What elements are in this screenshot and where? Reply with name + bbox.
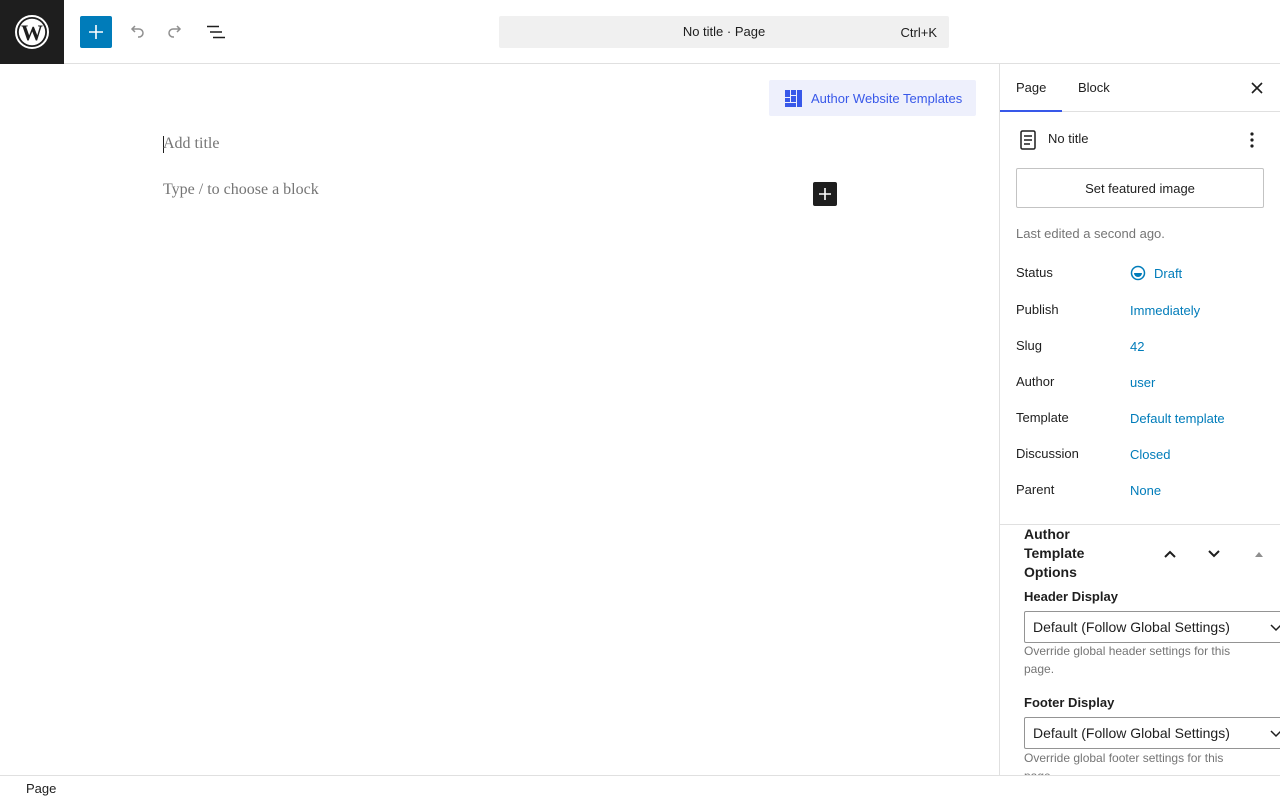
- redo-button[interactable]: [160, 16, 192, 48]
- template-grid-icon: [785, 89, 802, 107]
- document-overview-button[interactable]: [200, 16, 232, 48]
- template-value-link[interactable]: Default template: [1130, 411, 1225, 426]
- tab-page[interactable]: Page: [1000, 64, 1063, 112]
- keyboard-shortcut-label: Ctrl+K: [900, 25, 937, 40]
- sidebar-tabs: Page Block: [1000, 64, 1280, 112]
- editor-canvas: Author Website Templates Add title Type …: [0, 65, 999, 775]
- header-display-select[interactable]: Default (Follow Global Settings): [1024, 611, 1280, 643]
- undo-button[interactable]: [120, 16, 152, 48]
- meta-label: Template: [1016, 410, 1069, 425]
- meta-row-status: Status Draft: [1016, 262, 1264, 286]
- block-inserter-button[interactable]: [80, 16, 112, 48]
- author-templates-button[interactable]: Author Website Templates: [769, 80, 976, 116]
- wordpress-logo-icon: W: [15, 15, 49, 49]
- chevron-down-icon: [1270, 624, 1280, 632]
- status-value-link[interactable]: Draft: [1154, 266, 1182, 281]
- document-card: No title: [1016, 128, 1264, 152]
- svg-text:W: W: [21, 20, 43, 45]
- move-panel-up-button[interactable]: [1158, 542, 1182, 566]
- post-title-input[interactable]: Add title: [163, 135, 219, 153]
- meta-label: Slug: [1016, 338, 1043, 353]
- list-view-icon: [207, 25, 225, 39]
- meta-row-slug: Slug 42: [1016, 335, 1264, 359]
- footer-display-help: Override global footer settings for this…: [1024, 751, 1224, 775]
- draft-status-icon: [1130, 265, 1146, 281]
- discussion-value-link[interactable]: Closed: [1130, 447, 1170, 462]
- last-edited-text: Last edited a second ago.: [1016, 226, 1165, 241]
- plus-icon: [89, 25, 103, 39]
- page-icon: [1016, 128, 1040, 152]
- close-icon: [1251, 82, 1263, 94]
- slug-value-link[interactable]: 42: [1130, 339, 1144, 354]
- command-palette-bar[interactable]: No title · Page Ctrl+K: [499, 16, 949, 48]
- close-sidebar-button[interactable]: [1245, 76, 1269, 100]
- caret-up-icon: [1255, 552, 1263, 557]
- settings-sidebar: Page Block No title Set featured image L…: [999, 64, 1280, 775]
- chevron-up-icon: [1164, 550, 1176, 558]
- plus-icon: [819, 188, 831, 200]
- document-actions-button[interactable]: [1240, 128, 1264, 152]
- meta-row-publish: Publish Immediately: [1016, 299, 1264, 323]
- meta-row-discussion: Discussion Closed: [1016, 443, 1264, 467]
- parent-value-link[interactable]: None: [1130, 483, 1161, 498]
- breadcrumb[interactable]: Page: [26, 781, 56, 796]
- meta-row-author: Author user: [1016, 371, 1264, 395]
- document-title-label: No title · Page: [682, 24, 766, 39]
- toggle-panel-button[interactable]: [1247, 542, 1271, 566]
- author-templates-label: Author Website Templates: [811, 90, 963, 106]
- meta-label: Parent: [1016, 482, 1055, 497]
- more-vertical-icon: [1250, 132, 1254, 148]
- footer-display-select[interactable]: Default (Follow Global Settings): [1024, 717, 1280, 749]
- set-featured-image-button[interactable]: Set featured image: [1016, 168, 1264, 208]
- chevron-down-icon: [1208, 550, 1220, 558]
- meta-label: Author: [1016, 374, 1055, 389]
- author-template-options-title[interactable]: Author Template Options: [1024, 525, 1134, 582]
- redo-icon: [168, 25, 182, 38]
- editor-header: W No title · Page Ctrl+K: [0, 0, 1280, 64]
- author-value-link[interactable]: user: [1130, 375, 1155, 390]
- editor-footer: Page: [0, 775, 1280, 800]
- move-panel-down-button[interactable]: [1202, 542, 1226, 566]
- meta-row-template: Template Default template: [1016, 407, 1264, 431]
- meta-label: Publish: [1016, 302, 1059, 317]
- publish-value-link[interactable]: Immediately: [1130, 303, 1200, 318]
- meta-label: Discussion: [1016, 446, 1079, 461]
- chevron-down-icon: [1270, 730, 1280, 738]
- wordpress-logo-button[interactable]: W: [0, 0, 64, 64]
- default-block-appender[interactable]: Type / to choose a block: [163, 181, 319, 199]
- meta-row-parent: Parent None: [1016, 479, 1264, 503]
- undo-icon: [130, 25, 144, 38]
- document-title: No title: [1048, 131, 1089, 146]
- footer-display-label: Footer Display: [1024, 695, 1115, 710]
- meta-label: Status: [1016, 265, 1053, 280]
- header-display-label: Header Display: [1024, 589, 1118, 604]
- header-display-help: Override global header settings for this…: [1024, 644, 1231, 676]
- inline-add-block-button[interactable]: [813, 182, 837, 206]
- tab-block[interactable]: Block: [1062, 64, 1126, 112]
